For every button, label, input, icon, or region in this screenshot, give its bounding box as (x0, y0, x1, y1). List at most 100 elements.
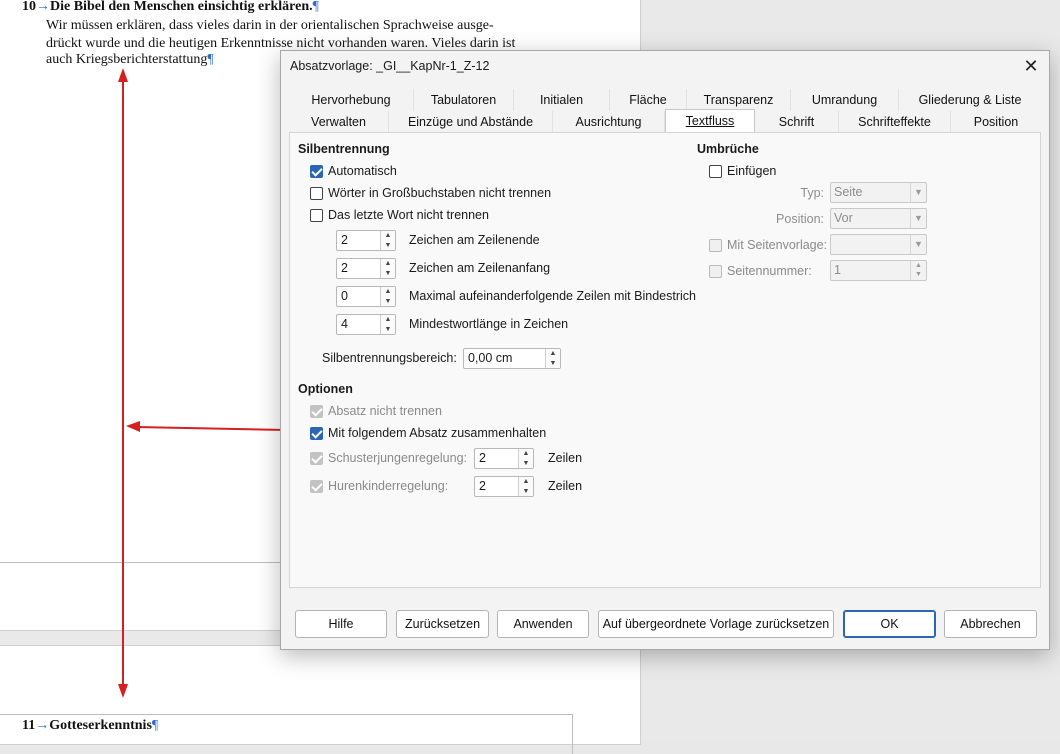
orphan-lines-value: 2 (479, 451, 486, 465)
page-header-line (0, 714, 573, 715)
help-button[interactable]: Hilfe (295, 610, 387, 638)
spin-down-icon[interactable]: ▼ (519, 459, 533, 469)
reset-button[interactable]: Zurücksetzen (396, 610, 489, 638)
tab-umrandung[interactable]: Umrandung (791, 89, 899, 111)
tab-verwalten[interactable]: Verwalten (289, 111, 389, 133)
tab-position[interactable]: Position (951, 111, 1041, 133)
spin-down-icon[interactable]: ▼ (519, 487, 533, 497)
checkbox-disabled[interactable] (709, 238, 722, 252)
automatic-hyphenation-checkbox[interactable]: Automatisch (310, 164, 397, 178)
max-hyphen-lines-spinner[interactable]: 0 ▲ ▼ (336, 286, 396, 307)
dialog-title: Absatzvorlage: _GI__KapNr-1_Z-12 (290, 59, 490, 73)
chars-line-start-spinner[interactable]: 2 ▲ ▼ (336, 258, 396, 279)
tab-textfluss[interactable]: Textfluss (665, 109, 755, 133)
tab-einzuege-abstaende[interactable]: Einzüge und Abstände (389, 111, 553, 133)
spin-up-icon[interactable]: ▲ (519, 477, 533, 487)
tab-hervorhebung[interactable]: Hervorhebung (289, 89, 414, 111)
page-number-checkbox[interactable]: Seitennummer: (709, 264, 812, 278)
widow-control-label: Hurenkinderregelung: (328, 479, 449, 493)
heading-10[interactable]: 10→Die Bibel den Menschen einsichtig erk… (22, 0, 319, 16)
hyphenation-zone-spinner[interactable]: 0,00 cm ▲ ▼ (463, 348, 561, 369)
orphan-lines-spinner[interactable]: 2 ▲ ▼ (474, 448, 534, 469)
tab-flaeche[interactable]: Fläche (610, 89, 687, 111)
tab-arrow-mark: → (35, 718, 50, 733)
tab-transparenz[interactable]: Transparenz (687, 89, 791, 111)
tab-tabulatoren[interactable]: Tabulatoren (414, 89, 514, 111)
options-section-title: Optionen (298, 382, 353, 396)
keep-together-checkbox[interactable]: Absatz nicht trennen (310, 404, 442, 418)
page-number-value: 1 (834, 263, 841, 277)
hyphenation-zone-value: 0,00 cm (468, 351, 513, 365)
keep-together-label: Absatz nicht trennen (328, 404, 442, 418)
chars-line-end-spinner[interactable]: 2 ▲ ▼ (336, 230, 396, 251)
hyphenation-section-title: Silbentrennung (298, 142, 390, 156)
break-type-dropdown[interactable]: Seite ▼ (830, 182, 927, 203)
checkbox-unchecked[interactable] (310, 186, 323, 200)
spinner-arrows[interactable]: ▲ ▼ (518, 477, 533, 496)
page-style-dropdown[interactable]: ▼ (830, 234, 927, 255)
keep-with-next-checkbox[interactable]: Mit folgendem Absatz zusammenhalten (310, 426, 546, 440)
ok-button[interactable]: OK (843, 610, 936, 638)
spin-up-icon[interactable]: ▲ (381, 315, 395, 325)
reset-to-parent-button[interactable]: Auf übergeordnete Vorlage zurücksetzen (598, 610, 834, 638)
tab-schrifteffekte[interactable]: Schrifteffekte (839, 111, 951, 133)
no-last-word-label: Das letzte Wort nicht trennen (328, 208, 489, 222)
no-caps-hyphenation-checkbox[interactable]: Wörter in Großbuchstaben nicht trennen (310, 186, 551, 200)
chars-line-end-value: 2 (341, 233, 348, 247)
no-last-word-checkbox[interactable]: Das letzte Wort nicht trennen (310, 208, 489, 222)
dialog-titlebar[interactable]: Absatzvorlage: _GI__KapNr-1_Z-12 ✕ (281, 51, 1049, 81)
apply-button[interactable]: Anwenden (497, 610, 589, 638)
spin-down-icon[interactable]: ▼ (381, 269, 395, 279)
spinner-arrows[interactable]: ▲ ▼ (545, 349, 560, 368)
spin-up-icon[interactable]: ▲ (381, 287, 395, 297)
spin-up-icon[interactable]: ▲ (519, 449, 533, 459)
widow-control-checkbox[interactable]: Hurenkinderregelung: (310, 479, 448, 493)
tab-ausrichtung[interactable]: Ausrichtung (553, 111, 665, 133)
widow-lines-unit: Zeilen (548, 479, 583, 493)
checkbox-checked[interactable] (310, 164, 323, 178)
spin-up-icon[interactable]: ▲ (381, 231, 395, 241)
spin-down-icon[interactable]: ▼ (381, 297, 395, 307)
break-type-label: Typ: (800, 186, 824, 200)
spinner-arrows[interactable]: ▲ ▼ (380, 231, 395, 250)
checkbox-disabled-checked[interactable] (310, 451, 323, 465)
spin-down-icon[interactable]: ▼ (381, 241, 395, 251)
spin-up-icon[interactable]: ▲ (381, 259, 395, 269)
textfluss-panel: Silbentrennung Automatisch Wörter in Gro… (289, 132, 1041, 588)
checkbox-unchecked[interactable] (709, 164, 722, 178)
spin-down-icon[interactable]: ▼ (381, 325, 395, 335)
checkbox-disabled-checked[interactable] (310, 404, 323, 418)
page-number-label: Seitennummer: (727, 264, 812, 278)
tab-initialen[interactable]: Initialen (514, 89, 610, 111)
paragraph-line-1[interactable]: Wir müssen erklären, dass vieles darin i… (46, 17, 536, 35)
insert-break-checkbox[interactable]: Einfügen (709, 164, 776, 178)
checkbox-unchecked[interactable] (310, 208, 323, 222)
no-caps-hyphenation-label: Wörter in Großbuchstaben nicht trennen (328, 186, 552, 200)
checkbox-disabled-checked[interactable] (310, 479, 323, 493)
spinner-arrows[interactable]: ▲ ▼ (380, 287, 395, 306)
break-type-value: Seite (834, 185, 863, 199)
tab-schrift[interactable]: Schrift (755, 111, 839, 133)
widow-lines-spinner[interactable]: 2 ▲ ▼ (474, 476, 534, 497)
spin-up-icon[interactable]: ▲ (546, 349, 560, 359)
spinner-arrows[interactable]: ▲ ▼ (380, 315, 395, 334)
heading-11[interactable]: 11→Gotteserkenntnis¶ (22, 717, 158, 735)
break-position-dropdown[interactable]: Vor ▼ (830, 208, 927, 229)
orphan-control-checkbox[interactable]: Schusterjungenregelung: (310, 451, 467, 465)
min-word-length-spinner[interactable]: 4 ▲ ▼ (336, 314, 396, 335)
page-number-spinner[interactable]: 1 ▲ ▼ (830, 260, 927, 281)
spin-down-icon[interactable]: ▼ (546, 359, 560, 369)
cancel-button[interactable]: Abbrechen (944, 610, 1037, 638)
spinner-arrows[interactable]: ▲ ▼ (518, 449, 533, 468)
tab-gliederung-liste[interactable]: Gliederung & Liste (899, 89, 1041, 111)
chars-line-start-value: 2 (341, 261, 348, 275)
tab-arrow-mark: → (36, 0, 50, 14)
close-icon[interactable]: ✕ (1019, 55, 1043, 77)
checkbox-checked[interactable] (310, 426, 323, 440)
heading-10-text: Die Bibel den Menschen einsichtig erklär… (50, 0, 313, 14)
paragraph-line-3[interactable]: auch Kriegsberichterstattung¶ (46, 51, 214, 69)
spinner-arrows[interactable]: ▲ ▼ (380, 259, 395, 278)
spinner-arrows[interactable]: ▲ ▼ (910, 261, 926, 280)
checkbox-disabled[interactable] (709, 264, 722, 278)
with-page-style-checkbox[interactable]: Mit Seitenvorlage: (709, 238, 827, 252)
